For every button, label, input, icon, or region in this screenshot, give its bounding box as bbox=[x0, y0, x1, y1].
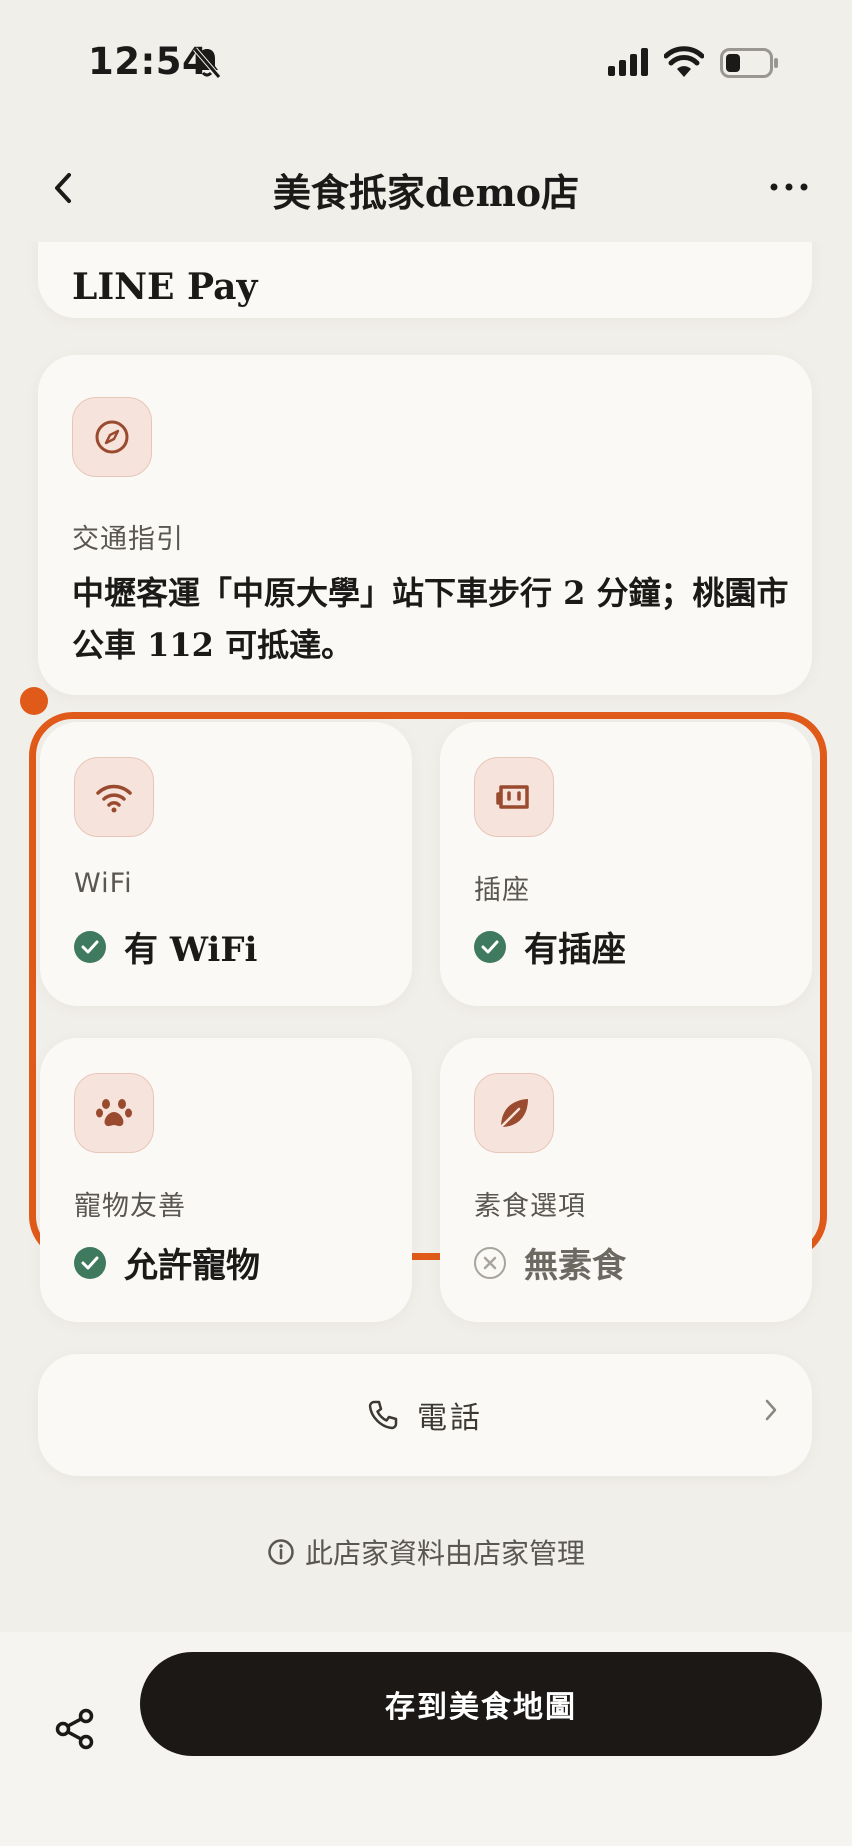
amenity-status-text: 允許寵物 bbox=[124, 1246, 260, 1286]
amenity-pet-card: 寵物友善 允許寵物 bbox=[40, 1038, 412, 1322]
amenity-socket-card: 插座 有插座 bbox=[440, 722, 812, 1006]
phone-button[interactable]: 電話 bbox=[38, 1354, 812, 1476]
save-to-food-map-button[interactable]: 存到美食地圖 bbox=[140, 1652, 822, 1756]
status-bar: 12:54 bbox=[0, 0, 852, 130]
status-time: 12:54 bbox=[88, 40, 209, 83]
paw-icon bbox=[96, 1099, 132, 1127]
chevron-right-icon bbox=[765, 1399, 777, 1421]
share-icon bbox=[55, 1708, 94, 1750]
bottom-action-bar: 存到美食地圖 bbox=[0, 1632, 852, 1846]
compass-icon bbox=[95, 420, 129, 454]
amenity-status: 無素食 bbox=[474, 1238, 626, 1287]
amenity-status: 有插座 bbox=[474, 922, 626, 971]
amenity-vegetarian-card: 素食選項 無素食 bbox=[440, 1038, 812, 1322]
more-button[interactable] bbox=[764, 162, 814, 212]
amenity-status: 允許寵物 bbox=[74, 1238, 260, 1287]
store-detail-content[interactable]: LINE Pay 交通指引 中壢客運「中原大學」站下車步行 2 分鐘；桃園市公車… bbox=[0, 242, 852, 1632]
wifi-icon bbox=[96, 784, 132, 813]
transit-label: 交通指引 bbox=[72, 524, 184, 555]
leaf-icon bbox=[500, 1099, 528, 1128]
check-circle-icon bbox=[74, 1246, 106, 1279]
wifi-icon bbox=[664, 46, 704, 77]
amenity-icon-tile bbox=[474, 1073, 554, 1153]
phone-label: 電話 bbox=[417, 1401, 483, 1436]
amenity-status-text: 有插座 bbox=[524, 930, 626, 970]
amenity-label: WiFi bbox=[74, 868, 133, 899]
amenity-status-text: 有 WiFi bbox=[124, 930, 258, 970]
navigation-bar: 美食抵家demo店 bbox=[0, 140, 852, 240]
payment-card: LINE Pay bbox=[38, 242, 812, 318]
x-circle-icon bbox=[474, 1246, 506, 1279]
phone-button-content: 電話 bbox=[38, 1354, 812, 1476]
info-icon bbox=[268, 1539, 294, 1565]
page-title: 美食抵家demo店 bbox=[272, 170, 580, 215]
amenity-label: 寵物友善 bbox=[74, 1191, 186, 1222]
more-horizontal-icon bbox=[770, 183, 808, 191]
transit-icon-tile bbox=[72, 397, 152, 477]
transit-card: 交通指引 中壢客運「中原大學」站下車步行 2 分鐘；桃園市公車 112 可抵達。 bbox=[38, 355, 812, 695]
check-circle-icon bbox=[474, 930, 506, 963]
check-circle-icon bbox=[74, 930, 106, 963]
transit-text: 中壢客運「中原大學」站下車步行 2 分鐘；桃園市公車 112 可抵達。 bbox=[72, 574, 789, 664]
amenity-icon-tile bbox=[474, 757, 554, 837]
data-source-note: 此店家資料由店家管理 bbox=[0, 1532, 852, 1572]
highlight-marker bbox=[20, 687, 48, 715]
share-button[interactable] bbox=[48, 1702, 102, 1756]
amenity-icon-tile bbox=[74, 1073, 154, 1153]
footnote-text: 此店家資料由店家管理 bbox=[304, 1537, 585, 1570]
cellular-signal-icon bbox=[608, 48, 648, 76]
amenity-status: 有 WiFi bbox=[74, 922, 257, 971]
amenity-wifi-card: WiFi 有 WiFi bbox=[40, 722, 412, 1006]
battery-icon bbox=[720, 48, 778, 78]
amenity-label: 素食選項 bbox=[474, 1191, 586, 1222]
bell-slash-icon bbox=[193, 47, 221, 79]
phone-icon bbox=[368, 1400, 398, 1430]
payment-method: LINE Pay bbox=[72, 266, 258, 308]
power-socket-icon bbox=[496, 785, 529, 809]
amenity-status-text: 無素食 bbox=[524, 1246, 626, 1286]
amenity-label: 插座 bbox=[474, 875, 530, 906]
amenity-icon-tile bbox=[74, 757, 154, 837]
